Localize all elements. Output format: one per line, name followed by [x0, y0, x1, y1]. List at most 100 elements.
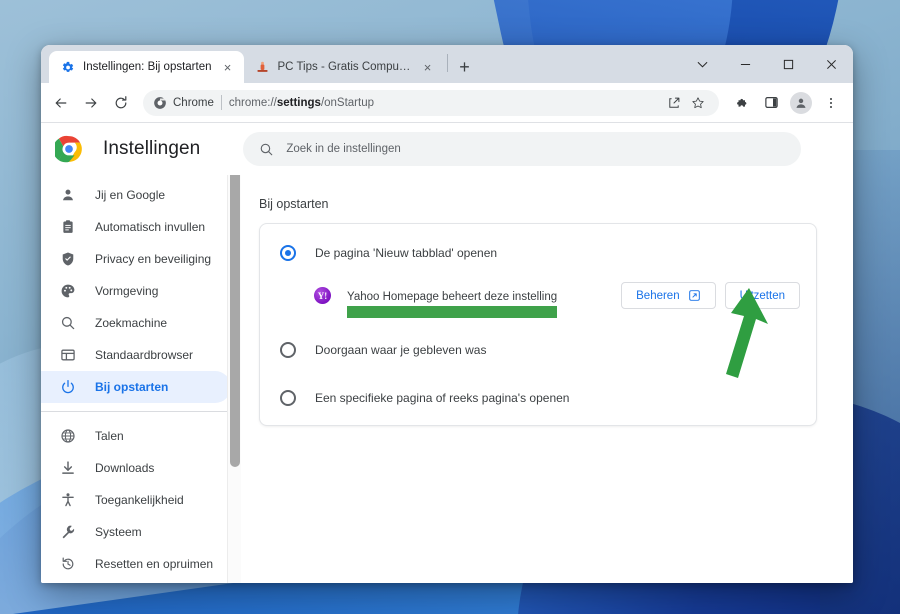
tab-title: PC Tips - Gratis Computer Tips, i [277, 61, 412, 73]
scrollbar-thumb[interactable] [230, 137, 240, 467]
green-highlight-bar [347, 305, 558, 318]
sidebar-item-label: Automatisch invullen [95, 220, 206, 234]
settings-sidebar: Jij en Google Automatisch invullen Priva… [41, 123, 241, 583]
radio-button[interactable] [280, 245, 296, 261]
clipboard-icon [59, 218, 77, 236]
tab-settings[interactable]: Instellingen: Bij opstarten × [49, 51, 244, 83]
globe-icon [59, 427, 77, 445]
radio-option-new-tab[interactable]: De pagina 'Nieuw tabblad' openen [260, 238, 816, 268]
page-title: Instellingen [103, 138, 201, 159]
radio-option-continue[interactable]: Doorgaan waar je gebleven was [260, 335, 816, 365]
palette-icon [59, 282, 77, 300]
reload-icon [115, 95, 127, 108]
minimize-button[interactable] [724, 45, 767, 83]
sidebar-item-resetten-en-opruimen[interactable]: Resetten en opruimen [41, 548, 231, 580]
wrench-icon [59, 523, 77, 541]
back-button[interactable] [47, 89, 75, 117]
radio-button[interactable] [280, 342, 296, 358]
settings-header: Instellingen Zoek in de instellingen [41, 123, 853, 175]
omnibox-actions [663, 92, 709, 114]
sidebar-item-jij-en-google[interactable]: Jij en Google [41, 179, 231, 211]
settings-search-box[interactable]: Zoek in de instellingen [243, 132, 802, 166]
tab-strip: Instellingen: Bij opstarten × PC Tips - … [41, 45, 853, 83]
chrome-mono-icon [154, 96, 166, 109]
puzzle-piece-icon [736, 98, 746, 107]
settings-search-placeholder: Zoek in de instellingen [286, 143, 401, 155]
manage-button-label: Beheren [636, 289, 680, 302]
sidebar-item-label: Downloads [95, 461, 155, 475]
browser-toolbar: Chrome chrome://settings/onStartup [41, 83, 853, 123]
address-bar[interactable]: Chrome chrome://settings/onStartup [143, 89, 719, 116]
sidebar-item-talen[interactable]: Talen [41, 420, 231, 452]
sidebar-item-label: Vormgeving [95, 284, 159, 298]
side-panel-button[interactable] [757, 89, 785, 117]
disable-button[interactable]: Uitzetten [724, 282, 800, 309]
extension-notice-buttons: Beheren Uitzetten [621, 282, 800, 309]
share-icon[interactable] [663, 92, 685, 114]
new-tab-button[interactable]: + [451, 53, 479, 81]
accessibility-icon [59, 491, 77, 509]
manage-button[interactable]: Beheren [621, 282, 716, 309]
sidebar-item-label: Toegankelijkheid [95, 493, 184, 507]
chrome-logo [55, 135, 82, 163]
sidebar-scrollbar[interactable]: ▲ ▼ [227, 123, 241, 583]
person-icon [59, 186, 77, 204]
sidebar-item-bij-opstarten[interactable]: Bij opstarten [41, 371, 231, 403]
radio-option-label: De pagina 'Nieuw tabblad' openen [315, 246, 498, 260]
chrome-browser-window: Instellingen: Bij opstarten × PC Tips - … [41, 45, 853, 583]
tab-pctips[interactable]: PC Tips - Gratis Computer Tips, i × [244, 51, 444, 83]
sidebar-item-privacy-en-beveiliging[interactable]: Privacy en beveiliging [41, 243, 231, 275]
startup-options-card: De pagina 'Nieuw tabblad' openen Y! Yaho… [259, 223, 817, 426]
radio-option-specific-pages[interactable]: Een specifieke pagina of reeks pagina's … [260, 383, 816, 413]
browser-window-icon [59, 346, 77, 364]
radio-option-label: Een specifieke pagina of reeks pagina's … [315, 391, 570, 405]
radio-option-label: Doorgaan waar je gebleven was [315, 343, 487, 357]
download-icon [59, 459, 77, 477]
yahoo-icon: Y! [314, 287, 331, 304]
extension-notice-row: Y! Yahoo Homepage beheert deze instellin… [260, 268, 816, 318]
sidebar-item-label: Systeem [95, 525, 142, 539]
sidebar-item-automatisch-invullen[interactable]: Automatisch invullen [41, 211, 231, 243]
bookmark-star-icon[interactable] [687, 92, 709, 114]
history-restore-icon [59, 555, 77, 573]
sidebar-item-label: Resetten en opruimen [95, 557, 214, 571]
arrow-right-icon [85, 97, 97, 108]
tab-close-icon[interactable]: × [220, 59, 236, 75]
section-title: Bij opstarten [259, 197, 329, 211]
sidebar-item-label: Zoekmachine [95, 316, 168, 330]
close-window-button[interactable] [810, 45, 853, 83]
omnibox-url: chrome://settings/onStartup [228, 96, 375, 109]
maximize-button[interactable] [767, 45, 810, 83]
side-panel-icon [764, 97, 778, 108]
window-controls [681, 45, 853, 83]
shield-icon [59, 250, 77, 268]
sidebar-item-label: Privacy en beveiliging [95, 252, 212, 266]
sidebar-item-toegankelijkheid[interactable]: Toegankelijkheid [41, 484, 231, 516]
extension-notice-text-wrap: Yahoo Homepage beheert deze instelling [347, 287, 558, 318]
avatar [790, 91, 812, 114]
external-link-icon [688, 290, 700, 301]
forward-button[interactable] [77, 89, 105, 117]
extensions-button[interactable] [727, 89, 755, 117]
sidebar-item-zoekmachine[interactable]: Zoekmachine [41, 307, 231, 339]
extension-notice-text: Yahoo Homepage beheert deze instelling [347, 290, 558, 303]
sidebar-item-downloads[interactable]: Downloads [41, 452, 231, 484]
settings-main-content: Bij opstarten De pagina 'Nieuw tabblad' … [241, 175, 853, 583]
profile-button[interactable] [787, 89, 815, 117]
radio-button[interactable] [280, 390, 296, 406]
three-dots-vertical-icon [829, 97, 833, 108]
omnibox-chrome-chip: Chrome [153, 96, 214, 110]
tab-separator [446, 54, 448, 72]
sidebar-item-vormgeving[interactable]: Vormgeving [41, 275, 231, 307]
settings-body: Jij en Google Automatisch invullen Priva… [41, 123, 853, 583]
reload-button[interactable] [107, 89, 135, 117]
tab-search-button[interactable] [681, 45, 724, 83]
disable-button-label: Uitzetten [739, 289, 785, 302]
sidebar-item-standaardbrowser[interactable]: Standaardbrowser [41, 339, 231, 371]
chrome-menu-button[interactable] [817, 89, 845, 117]
sidebar-item-label: Standaardbrowser [95, 348, 194, 362]
tab-close-icon[interactable]: × [420, 59, 436, 75]
settings-gear-icon [62, 61, 74, 72]
sidebar-item-systeem[interactable]: Systeem [41, 516, 231, 548]
arrow-left-icon [55, 97, 67, 108]
